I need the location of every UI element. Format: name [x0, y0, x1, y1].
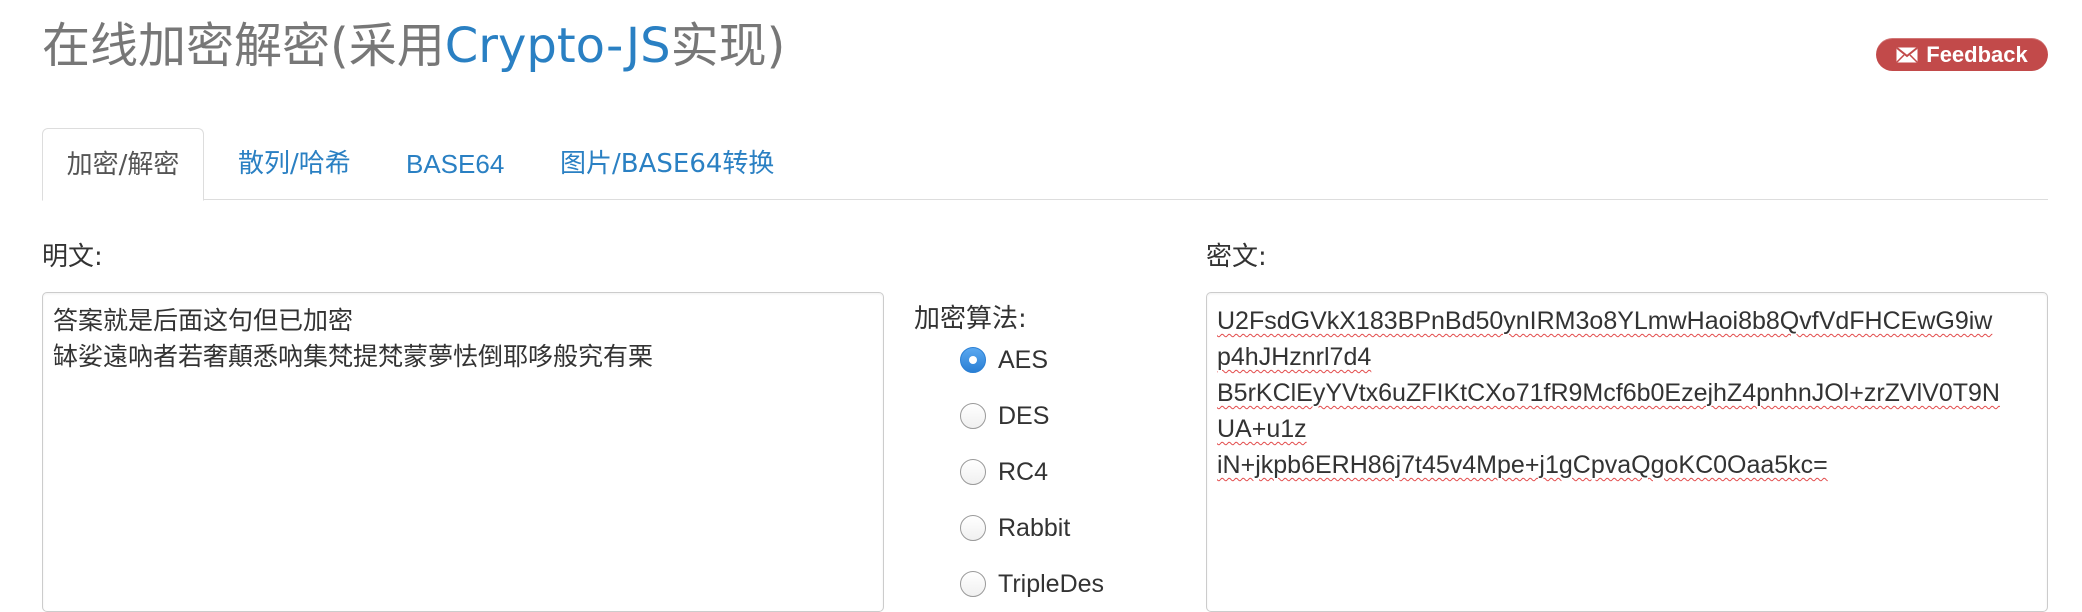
tab-encrypt-decrypt[interactable]: 加密/解密 [42, 128, 204, 201]
radio-button-checked[interactable] [960, 347, 986, 373]
ciphertext-line: p4hJHznrl7d4 [1217, 343, 1372, 371]
radio-label: AES [998, 345, 1049, 374]
ciphertext-label: 密文: [1206, 242, 1267, 272]
radio-button[interactable] [960, 515, 986, 541]
ciphertext-textarea[interactable]: U2FsdGVkX183BPnBd50ynIRM3o8YLmwHaoi8b8Qv… [1206, 292, 2048, 612]
ciphertext-line: B5rKClEyYVtx6uZFIKtCXo71fR9Mcf6b0EzejhZ4… [1217, 379, 2000, 407]
radio-button[interactable] [960, 403, 986, 429]
ciphertext-line: U2FsdGVkX183BPnBd50ynIRM3o8YLmwHaoi8b8Qv… [1217, 307, 1993, 335]
radio-aes[interactable]: AES [960, 340, 1048, 380]
radio-rabbit[interactable]: Rabbit [960, 508, 1070, 548]
radio-tripledes[interactable]: TripleDes [960, 564, 1104, 604]
algorithm-label: 加密算法: [914, 304, 1027, 334]
page-title-brand: Crypto-JS [444, 18, 671, 74]
radio-des[interactable]: DES [960, 396, 1049, 436]
radio-button[interactable] [960, 459, 986, 485]
radio-label: DES [998, 401, 1050, 430]
tab-base64[interactable]: BASE64 [406, 128, 504, 200]
radio-button[interactable] [960, 571, 986, 597]
tab-image-base64[interactable]: 图片/BASE64转换 [560, 128, 774, 200]
ciphertext-line: UA+u1z [1217, 415, 1307, 443]
ciphertext-line: iN+jkpb6ERH86j7t45v4Mpe+j1gCpvaQgoKC0Oaa… [1217, 451, 1828, 479]
feedback-label: Feedback [1926, 41, 2028, 67]
radio-label: Rabbit [998, 513, 1071, 542]
plaintext-content: 答案就是后面这句但已加密 缽娑遠吶者若奢顛悉吶集梵提梵蒙夢怯倒耶哆般究有栗 [53, 303, 873, 375]
page-title: 在线加密解密(采用Crypto-JS实现) [42, 14, 785, 78]
radio-label: RC4 [998, 457, 1049, 486]
radio-label: TripleDes [998, 569, 1105, 598]
radio-rc4[interactable]: RC4 [960, 452, 1048, 492]
plaintext-label: 明文: [42, 242, 103, 272]
plaintext-textarea[interactable]: 答案就是后面这句但已加密 缽娑遠吶者若奢顛悉吶集梵提梵蒙夢怯倒耶哆般究有栗 [42, 292, 884, 612]
envelope-icon [1896, 46, 1918, 63]
ciphertext-content: U2FsdGVkX183BPnBd50ynIRM3o8YLmwHaoi8b8Qv… [1217, 303, 2033, 483]
plaintext-line: 缽娑遠吶者若奢顛悉吶集梵提梵蒙夢怯倒耶哆般究有栗 [53, 342, 654, 371]
page-title-prefix: 在线加密解密(采用 [42, 18, 445, 74]
plaintext-line: 答案就是后面这句但已加密 [53, 306, 354, 335]
page-title-suffix: 实现) [670, 18, 786, 74]
tab-hash[interactable]: 散列/哈希 [238, 128, 351, 200]
tab-bar: 加密/解密 散列/哈希 BASE64 图片/BASE64转换 [42, 128, 2048, 201]
feedback-button[interactable]: Feedback [1876, 38, 2048, 71]
